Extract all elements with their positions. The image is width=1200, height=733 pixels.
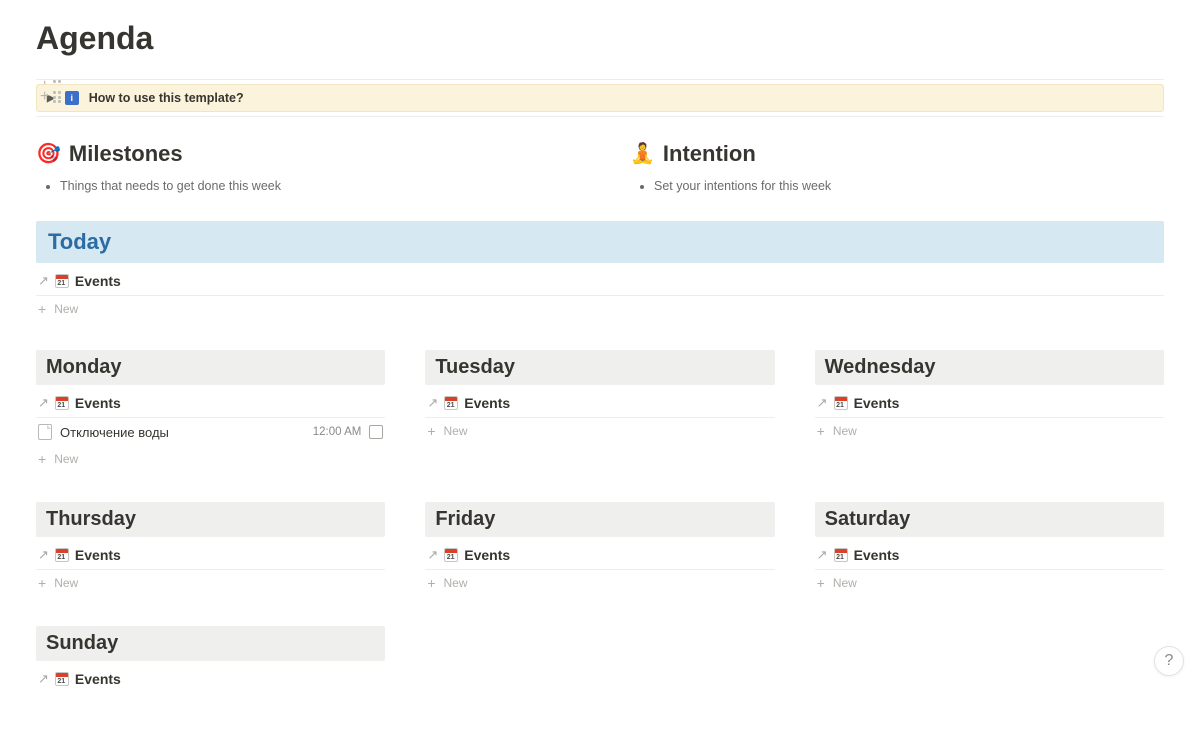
milestones-section: 🎯 Milestones Things that needs to get do… <box>36 141 570 195</box>
help-button[interactable]: ? <box>1154 646 1184 676</box>
day-block-saturday: Saturday ↗ Events + New <box>815 502 1164 596</box>
day-title: Saturday <box>825 508 1154 531</box>
today-title: Today <box>48 229 1152 255</box>
today-new-button[interactable]: + New <box>36 296 1164 322</box>
new-label: New <box>833 576 857 590</box>
day-title: Sunday <box>46 632 375 655</box>
today-events-link[interactable]: ↗ Events <box>36 263 1164 295</box>
new-label: New <box>54 302 78 316</box>
arrow-ne-icon: ↗ <box>38 395 49 411</box>
calendar-icon <box>834 396 848 410</box>
plus-icon: + <box>38 452 46 466</box>
day-events-link[interactable]: ↗ Events <box>425 537 774 569</box>
callout-text: How to use this template? <box>89 91 244 105</box>
day-block-friday: Friday ↗ Events + New <box>425 502 774 596</box>
day-block-sunday: Sunday ↗ Events <box>36 626 385 693</box>
new-button[interactable]: + New <box>36 570 385 596</box>
plus-icon: + <box>38 302 46 316</box>
calendar-icon <box>55 672 69 686</box>
events-label: Events <box>464 395 510 411</box>
block-handle[interactable]: + <box>40 89 61 105</box>
events-label: Events <box>75 547 121 563</box>
day-block-wednesday: Wednesday ↗ Events + New <box>815 350 1164 472</box>
calendar-icon <box>444 396 458 410</box>
plus-icon: + <box>817 576 825 590</box>
day-events-link[interactable]: ↗ Events <box>36 537 385 569</box>
new-button[interactable]: + New <box>815 418 1164 444</box>
arrow-ne-icon: ↗ <box>38 671 49 687</box>
new-button[interactable]: + New <box>815 570 1164 596</box>
arrow-ne-icon: ↗ <box>817 547 828 563</box>
divider <box>36 116 1164 117</box>
calendar-icon <box>55 548 69 562</box>
day-events-link[interactable]: ↗ Events <box>36 385 385 417</box>
divider <box>36 79 1164 80</box>
new-button[interactable]: + New <box>36 446 385 472</box>
events-label: Events <box>75 671 121 687</box>
arrow-ne-icon: ↗ <box>427 395 438 411</box>
intention-title: Intention <box>663 141 756 167</box>
arrow-ne-icon: ↗ <box>427 547 438 563</box>
database-item[interactable]: Отключение воды 12:00 AM <box>36 418 385 446</box>
new-button[interactable]: + New <box>425 570 774 596</box>
events-label: Events <box>464 547 510 563</box>
arrow-ne-icon: ↗ <box>38 547 49 563</box>
day-title: Wednesday <box>825 356 1154 379</box>
day-block-monday: Monday ↗ Events Отключение воды 12:00 AM… <box>36 350 385 472</box>
plus-icon: + <box>817 424 825 438</box>
new-label: New <box>54 452 78 466</box>
target-icon: 🎯 <box>36 144 61 164</box>
calendar-icon <box>834 548 848 562</box>
drag-handle-icon[interactable] <box>53 91 61 103</box>
plus-icon: + <box>427 424 435 438</box>
arrow-ne-icon: ↗ <box>38 273 49 289</box>
milestones-title: Milestones <box>69 141 183 167</box>
events-label: Events <box>75 395 121 411</box>
plus-icon: + <box>38 576 46 590</box>
intention-section: 🧘 Intention Set your intentions for this… <box>630 141 1164 195</box>
new-button[interactable]: + New <box>425 418 774 444</box>
milestones-bullet[interactable]: Things that needs to get done this week <box>60 177 570 195</box>
page-title: Agenda <box>36 20 1164 57</box>
new-label: New <box>444 424 468 438</box>
info-icon: i <box>65 91 79 105</box>
intention-bullet[interactable]: Set your intentions for this week <box>654 177 1164 195</box>
plus-icon[interactable]: + <box>40 89 49 105</box>
day-block-thursday: Thursday ↗ Events + New <box>36 502 385 596</box>
day-title: Monday <box>46 356 375 379</box>
meditation-icon: 🧘 <box>630 144 655 164</box>
new-label: New <box>833 424 857 438</box>
day-block-tuesday: Tuesday ↗ Events + New <box>425 350 774 472</box>
item-checkbox[interactable] <box>369 425 383 439</box>
arrow-ne-icon: ↗ <box>817 395 828 411</box>
item-time: 12:00 AM <box>313 426 362 438</box>
page-icon <box>38 424 52 440</box>
calendar-icon <box>55 274 69 288</box>
day-title: Tuesday <box>435 356 764 379</box>
events-label: Events <box>854 395 900 411</box>
new-label: New <box>444 576 468 590</box>
plus-icon: + <box>427 576 435 590</box>
day-events-link[interactable]: ↗ Events <box>425 385 774 417</box>
day-events-link[interactable]: ↗ Events <box>815 537 1164 569</box>
today-header: Today <box>36 221 1164 263</box>
item-title: Отключение воды <box>60 425 305 440</box>
events-label: Events <box>854 547 900 563</box>
how-to-use-callout[interactable]: ▶ i How to use this template? <box>36 84 1164 112</box>
day-events-link[interactable]: ↗ Events <box>36 661 385 693</box>
day-events-link[interactable]: ↗ Events <box>815 385 1164 417</box>
day-title: Friday <box>435 508 764 531</box>
today-events-label: Events <box>75 273 121 289</box>
day-title: Thursday <box>46 508 375 531</box>
new-label: New <box>54 576 78 590</box>
calendar-icon <box>444 548 458 562</box>
calendar-icon <box>55 396 69 410</box>
